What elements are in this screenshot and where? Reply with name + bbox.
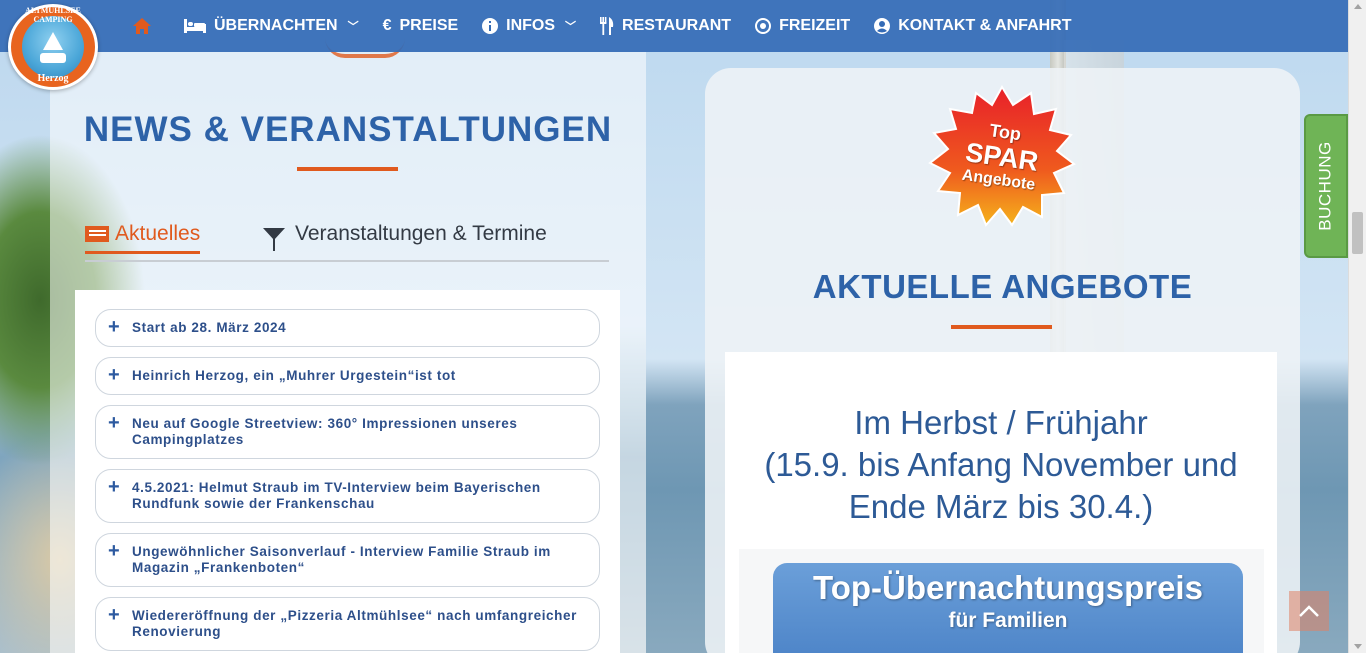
news-item[interactable]: + 4.5.2021: Helmut Straub im TV-Intervie… [95, 469, 600, 523]
tab-aktuelles[interactable]: Aktuelles [85, 216, 201, 254]
chevron-up-icon [1299, 605, 1319, 617]
news-item[interactable]: + Heinrich Herzog, ein „Muhrer Urgestein… [95, 357, 600, 395]
list-icon [85, 225, 109, 242]
booking-tab[interactable]: BUCHUNG [1304, 114, 1348, 258]
main-navigation: ÜBERNACHTEN ﹀ € PREISE INFOS ﹀ RESTAURAN… [0, 0, 1366, 52]
nav-infos[interactable]: INFOS ﹀ [470, 0, 588, 52]
logo-ring-text: ALTMÜHLSEE CAMPING [25, 6, 81, 24]
news-item[interactable]: + Ungewöhnlicher Saisonverlauf - Intervi… [95, 533, 600, 587]
banner-subtitle: für Familien [948, 609, 1068, 632]
title-divider [297, 167, 398, 171]
sailboat-icon [43, 31, 63, 50]
tab-veranstaltungen[interactable]: Veranstaltungen & Termine [263, 216, 547, 252]
news-item[interactable]: + Wiedereröffnung der „Pizzeria Altmühls… [95, 597, 600, 651]
plus-icon: + [108, 540, 120, 562]
plus-icon: + [108, 476, 120, 498]
nav-label: ÜBERNACHTEN [214, 17, 338, 34]
tab-label: Veranstaltungen & Termine [295, 222, 547, 245]
news-item-title: Wiedereröffnung der „Pizzeria Altmühlsee… [132, 608, 577, 639]
title-divider [951, 325, 1052, 329]
offer-banner[interactable]: Top-Übernachtungspreis für Familien [773, 563, 1243, 653]
news-tabs: Aktuelles Veranstaltungen & Termine [85, 212, 609, 262]
banner-title: Top-Übernachtungspreis [813, 569, 1203, 606]
nav-restaurant[interactable]: RESTAURANT [588, 0, 743, 52]
page-scrollbar[interactable] [1348, 0, 1366, 653]
spar-angebote-badge[interactable]: Top SPAR Angebote [928, 85, 1076, 227]
home-icon [133, 18, 151, 34]
offer-line: Im Herbst / Frühjahr [854, 404, 1148, 441]
plus-icon: + [108, 316, 120, 338]
plus-icon: + [108, 412, 120, 434]
scroll-down-arrow-icon[interactable] [1354, 644, 1362, 649]
news-section-title: NEWS & VERANSTALTUNGEN [83, 110, 613, 149]
offer-line: (15.9. bis Anfang November und [764, 446, 1238, 483]
news-item-title: Start ab 28. März 2024 [132, 320, 287, 335]
info-icon [482, 18, 499, 34]
bed-icon [184, 19, 206, 33]
chevron-down-icon: ﹀ [347, 21, 359, 33]
target-icon [755, 18, 772, 34]
plus-icon: + [108, 604, 120, 626]
offer-description: Im Herbst / Frühjahr (15.9. bis Anfang N… [725, 402, 1277, 528]
nav-uebernachten[interactable]: ÜBERNACHTEN ﹀ [172, 0, 371, 52]
plus-icon: + [108, 364, 120, 386]
nav-preise[interactable]: € PREISE [371, 0, 471, 52]
scroll-up-arrow-icon[interactable] [1354, 4, 1362, 9]
nav-label: INFOS [506, 17, 556, 34]
scrollbar-thumb[interactable] [1352, 212, 1363, 254]
news-item-title: Neu auf Google Streetview: 360° Impressi… [132, 416, 518, 447]
nav-home[interactable] [120, 0, 172, 52]
badge-text: Top SPAR Angebote [919, 75, 1085, 236]
nav-label: RESTAURANT [622, 17, 732, 34]
site-logo[interactable]: ALTMÜHLSEE CAMPING Herzog [8, 4, 98, 90]
offer-line: Ende März bis 30.4.) [848, 488, 1154, 525]
nav-label: FREIZEIT [779, 17, 851, 34]
nav-label: PREISE [399, 17, 459, 34]
cutlery-icon [600, 17, 614, 35]
camper-icon [40, 52, 66, 63]
tab-label: Aktuelles [115, 221, 201, 245]
nav-label: KONTAKT & ANFAHRT [898, 17, 1072, 34]
euro-icon: € [382, 17, 392, 34]
news-list: + Start ab 28. März 2024 + Heinrich Herz… [75, 290, 620, 653]
nav-kontakt[interactable]: KONTAKT & ANFAHRT [862, 0, 1083, 52]
news-item-title: Ungewöhnlicher Saisonverlauf - Interview… [132, 544, 551, 575]
logo-subtext: Herzog [37, 73, 69, 84]
cocktail-glass-icon [263, 228, 285, 251]
news-item[interactable]: + Start ab 28. März 2024 [95, 309, 600, 347]
chevron-down-icon: ﹀ [565, 21, 577, 33]
user-icon [874, 18, 891, 34]
news-item-title: 4.5.2021: Helmut Straub im TV-Interview … [132, 480, 541, 511]
nav-freizeit[interactable]: FREIZEIT [743, 0, 862, 52]
news-item-title: Heinrich Herzog, ein „Muhrer Urgestein“i… [132, 368, 456, 383]
scroll-to-top-button[interactable] [1289, 591, 1329, 631]
logo-emblem [22, 16, 84, 78]
booking-label: BUCHUNG [1316, 141, 1336, 231]
news-item[interactable]: + Neu auf Google Streetview: 360° Impres… [95, 405, 600, 459]
offers-section-title: AKTUELLE ANGEBOTE [812, 268, 1193, 305]
